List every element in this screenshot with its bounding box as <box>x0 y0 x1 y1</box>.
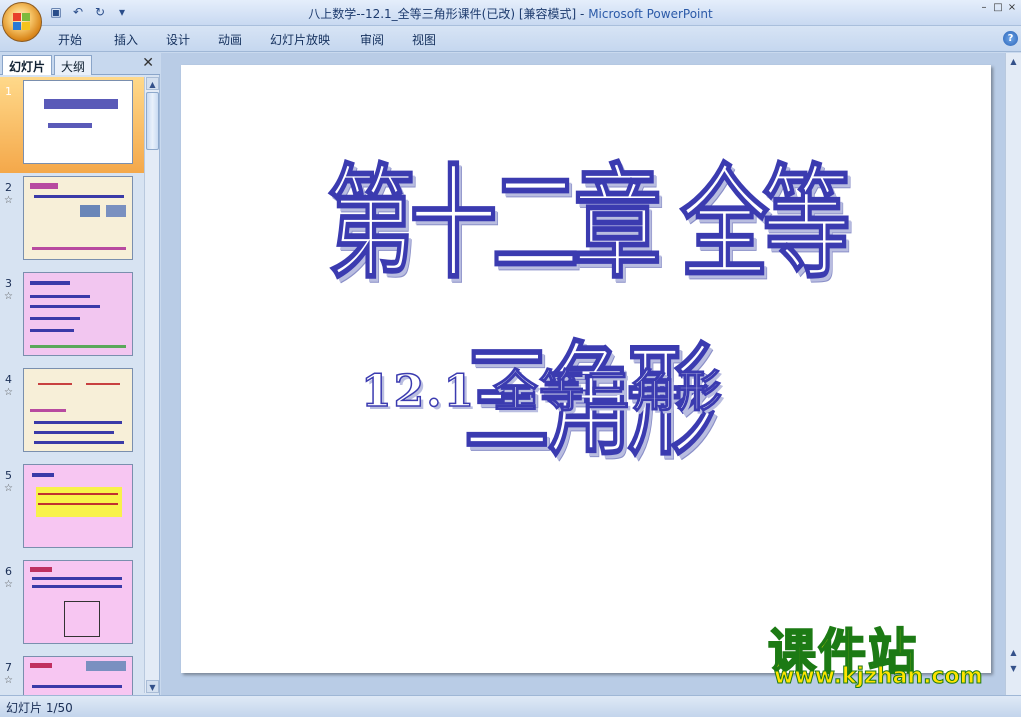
thumbnail-row-2[interactable]: 2 ☆ <box>0 173 144 269</box>
animation-star-icon: ☆ <box>4 579 13 590</box>
thumbnails-scrollbar[interactable]: ▲ ▼ <box>144 77 159 693</box>
watermark-logo: 课件站 www.kjzhan.com <box>767 612 1008 692</box>
slide-number: 3 <box>5 277 12 290</box>
status-bar: 幻灯片 1/50 <box>0 695 1021 717</box>
tab-design[interactable]: 设计 <box>166 31 190 48</box>
window-title: 八上数学--12.1_全等三角形课件(已改) [兼容模式] - Microsof… <box>0 5 1021 22</box>
panel-tabs: 幻灯片 大纲 ✕ <box>0 53 160 75</box>
animation-star-icon: ☆ <box>4 387 13 398</box>
animation-star-icon: ☆ <box>4 195 13 206</box>
tab-insert[interactable]: 插入 <box>114 31 138 48</box>
tab-view[interactable]: 视图 <box>412 31 436 48</box>
ribbon-tabs: 开始 插入 设计 动画 幻灯片放映 审阅 视图 ? <box>0 26 1021 52</box>
help-icon[interactable]: ? <box>1003 31 1018 46</box>
window-controls: – □ × <box>977 2 1019 16</box>
restore-icon[interactable]: □ <box>991 2 1005 16</box>
slide-thumbnail[interactable] <box>23 176 133 260</box>
app-name: Microsoft PowerPoint <box>588 7 713 21</box>
slides-panel: 幻灯片 大纲 ✕ 1 2 ☆ 3 ☆ 4 ☆ 5 ☆ 6 ☆ 7 ☆ ▲ ▼ <box>0 53 160 695</box>
slide-number: 4 <box>5 373 12 386</box>
tab-outline[interactable]: 大纲 <box>54 55 93 75</box>
thumbnail-row-7[interactable]: 7 ☆ <box>0 653 144 695</box>
title-separator: - <box>576 7 589 21</box>
previous-slide-icon[interactable]: ▲ <box>1007 646 1020 659</box>
current-slide[interactable]: 第十二章 全等三角形 12.1 全等三角形 <box>181 65 991 673</box>
close-panel-icon[interactable]: ✕ <box>142 55 154 71</box>
tab-slides[interactable]: 幻灯片 <box>2 55 53 75</box>
slide-number: 6 <box>5 565 12 578</box>
slide-thumbnail[interactable] <box>23 368 133 452</box>
document-name: 八上数学--12.1_全等三角形课件(已改) [兼容模式] <box>308 7 577 21</box>
slide-thumbnail[interactable] <box>23 464 133 548</box>
scroll-up-icon[interactable]: ▲ <box>1007 55 1020 68</box>
slide-number: 2 <box>5 181 12 194</box>
office-button[interactable] <box>2 2 42 42</box>
slide-thumbnails: 1 2 ☆ 3 ☆ 4 ☆ 5 ☆ 6 ☆ 7 ☆ <box>0 77 144 695</box>
tab-review[interactable]: 审阅 <box>360 31 384 48</box>
watermark-url: www.kjzhan.com <box>774 664 984 690</box>
slide-counter: 幻灯片 1/50 <box>6 701 73 715</box>
minimize-icon[interactable]: – <box>977 2 991 16</box>
slide-subtitle[interactable]: 12.1 全等三角形 <box>360 355 723 419</box>
slide-thumbnail[interactable] <box>23 80 133 164</box>
editor-scrollbar[interactable]: ▲ ▲ ▼ <box>1005 53 1021 695</box>
animation-star-icon: ☆ <box>4 291 13 302</box>
slide-number: 7 <box>5 661 12 674</box>
thumbnail-row-3[interactable]: 3 ☆ <box>0 269 144 365</box>
title-bar: ▣ ↶ ↻ ▾ 八上数学--12.1_全等三角形课件(已改) [兼容模式] - … <box>0 0 1021 26</box>
scroll-up-icon[interactable]: ▲ <box>146 77 159 90</box>
slide-number: 5 <box>5 469 12 482</box>
animation-star-icon: ☆ <box>4 483 13 494</box>
slide-thumbnail[interactable] <box>23 272 133 356</box>
scroll-thumb[interactable] <box>146 92 159 150</box>
thumbnail-row-5[interactable]: 5 ☆ <box>0 461 144 557</box>
slide-editor: 第十二章 全等三角形 12.1 全等三角形 ▲ ▲ ▼ <box>161 53 1021 695</box>
thumbnail-row-1[interactable]: 1 <box>0 77 144 173</box>
scroll-down-icon[interactable]: ▼ <box>146 680 159 693</box>
tab-slideshow[interactable]: 幻灯片放映 <box>270 31 330 48</box>
office-logo-icon <box>13 13 31 31</box>
slide-thumbnail[interactable] <box>23 560 133 644</box>
slide-title[interactable]: 第十二章 全等三角形 <box>294 125 877 479</box>
slide-thumbnail[interactable] <box>23 656 133 695</box>
tab-animations[interactable]: 动画 <box>218 31 242 48</box>
slide-number: 1 <box>5 85 12 98</box>
thumbnail-row-4[interactable]: 4 ☆ <box>0 365 144 461</box>
next-slide-icon[interactable]: ▼ <box>1007 662 1020 675</box>
close-icon[interactable]: × <box>1005 2 1019 16</box>
animation-star-icon: ☆ <box>4 675 13 686</box>
thumbnail-row-6[interactable]: 6 ☆ <box>0 557 144 653</box>
tab-home[interactable]: 开始 <box>58 31 82 48</box>
